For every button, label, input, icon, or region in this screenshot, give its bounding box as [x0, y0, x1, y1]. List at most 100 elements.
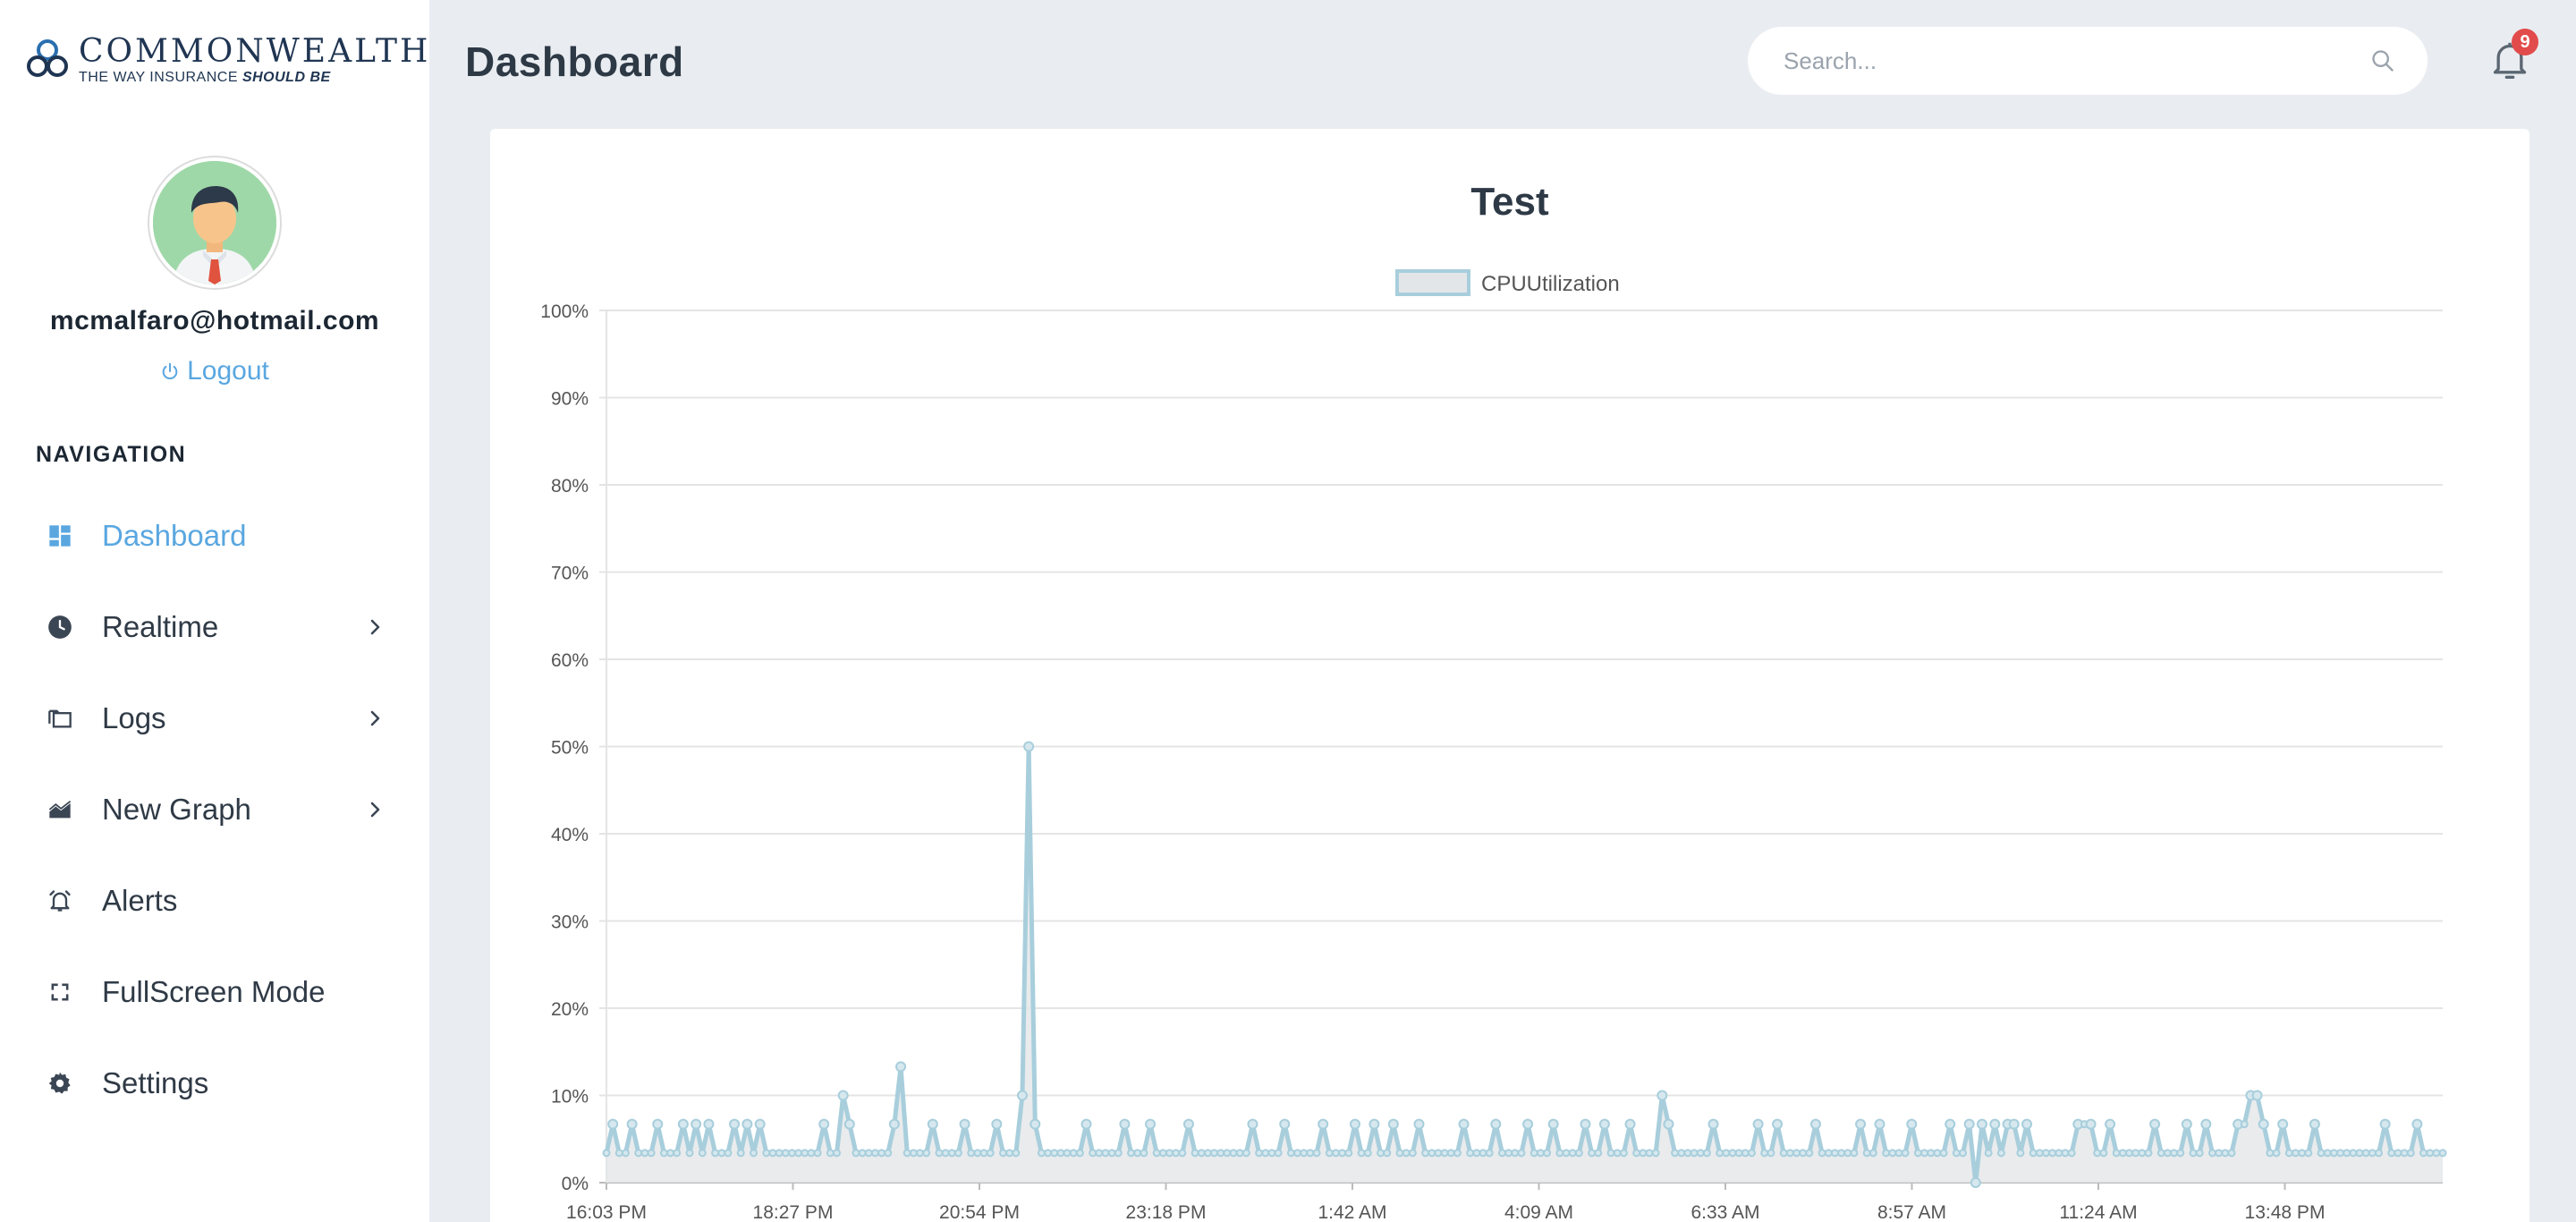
data-point[interactable]	[1241, 1149, 1250, 1158]
data-point[interactable]	[1446, 1149, 1455, 1158]
data-point[interactable]	[870, 1149, 879, 1158]
data-point[interactable]	[2105, 1118, 2116, 1130]
data-point[interactable]	[1645, 1149, 1654, 1158]
data-point[interactable]	[1837, 1149, 1846, 1158]
data-point[interactable]	[1657, 1090, 1668, 1101]
data-point[interactable]	[1996, 1149, 2005, 1158]
data-point[interactable]	[698, 1149, 707, 1158]
data-point[interactable]	[1984, 1149, 1993, 1158]
data-point[interactable]	[1178, 1149, 1187, 1158]
data-point[interactable]	[1547, 1118, 1559, 1130]
data-point[interactable]	[1229, 1149, 1238, 1158]
data-point[interactable]	[2181, 1118, 2192, 1130]
data-point[interactable]	[2195, 1149, 2204, 1158]
data-point[interactable]	[2118, 1149, 2127, 1158]
data-point[interactable]	[1562, 1149, 1571, 1158]
data-point[interactable]	[999, 1149, 1008, 1158]
data-point[interactable]	[647, 1149, 656, 1158]
data-point[interactable]	[666, 1149, 675, 1158]
data-point[interactable]	[1434, 1149, 1443, 1158]
data-point[interactable]	[1716, 1149, 1724, 1158]
data-point[interactable]	[750, 1149, 758, 1158]
data-point[interactable]	[1855, 1118, 1867, 1130]
data-point[interactable]	[2016, 1149, 2025, 1158]
data-point[interactable]	[2349, 1149, 2358, 1158]
data-point[interactable]	[1613, 1149, 1622, 1158]
sidebar-item-settings[interactable]: Settings	[0, 1038, 429, 1129]
data-point[interactable]	[1440, 1149, 1449, 1158]
data-point[interactable]	[979, 1149, 988, 1158]
data-point[interactable]	[2067, 1149, 2076, 1158]
data-point[interactable]	[1089, 1149, 1097, 1158]
data-point[interactable]	[1325, 1149, 1334, 1158]
data-point[interactable]	[927, 1118, 938, 1130]
data-point[interactable]	[807, 1149, 816, 1158]
data-point[interactable]	[877, 1149, 886, 1158]
data-point[interactable]	[947, 1149, 956, 1158]
data-point[interactable]	[1197, 1149, 1206, 1158]
data-point[interactable]	[1101, 1149, 1110, 1158]
data-point[interactable]	[1690, 1149, 1699, 1158]
data-point[interactable]	[1497, 1149, 1506, 1158]
data-point[interactable]	[1767, 1149, 1775, 1158]
data-point[interactable]	[1368, 1118, 1380, 1130]
data-point[interactable]	[2400, 1149, 2409, 1158]
data-point[interactable]	[1702, 1149, 1711, 1158]
data-point[interactable]	[1421, 1149, 1430, 1158]
data-point[interactable]	[1472, 1149, 1481, 1158]
data-point[interactable]	[1913, 1149, 1922, 1158]
sidebar-item-dashboard[interactable]: Dashboard	[0, 490, 429, 581]
data-point[interactable]	[1247, 1118, 1258, 1130]
data-point[interactable]	[626, 1118, 638, 1130]
data-point[interactable]	[2112, 1149, 2121, 1158]
data-point[interactable]	[1479, 1149, 1487, 1158]
data-point[interactable]	[2309, 1118, 2320, 1130]
data-point[interactable]	[2189, 1149, 2198, 1158]
avatar[interactable]	[149, 157, 280, 288]
data-point[interactable]	[1734, 1149, 1743, 1158]
data-point[interactable]	[1522, 1118, 1534, 1130]
data-point[interactable]	[736, 1149, 745, 1158]
data-point[interactable]	[1906, 1118, 1918, 1130]
data-point[interactable]	[813, 1149, 822, 1158]
data-point[interactable]	[1862, 1149, 1871, 1158]
data-point[interactable]	[1069, 1149, 1078, 1158]
data-point[interactable]	[1063, 1149, 1072, 1158]
data-point[interactable]	[1588, 1149, 1597, 1158]
data-point[interactable]	[2361, 1149, 2370, 1158]
data-point[interactable]	[1490, 1118, 1502, 1130]
data-point[interactable]	[1728, 1149, 1737, 1158]
data-point[interactable]	[2251, 1090, 2263, 1101]
data-point[interactable]	[781, 1149, 790, 1158]
data-point[interactable]	[1696, 1149, 1705, 1158]
data-point[interactable]	[1261, 1149, 1270, 1158]
data-point[interactable]	[2387, 1149, 2396, 1158]
data-point[interactable]	[1377, 1149, 1385, 1158]
data-point[interactable]	[1383, 1149, 1392, 1158]
data-point[interactable]	[884, 1149, 893, 1158]
data-point[interactable]	[2304, 1149, 2313, 1158]
data-point[interactable]	[1963, 1118, 1975, 1130]
data-point[interactable]	[2438, 1149, 2447, 1158]
data-point[interactable]	[1344, 1149, 1353, 1158]
data-point[interactable]	[2048, 1149, 2057, 1158]
data-point[interactable]	[673, 1149, 682, 1158]
sidebar-item-realtime[interactable]: Realtime	[0, 581, 429, 673]
data-point[interactable]	[1927, 1149, 1936, 1158]
data-point[interactable]	[888, 1118, 900, 1130]
data-point[interactable]	[607, 1118, 619, 1130]
data-point[interactable]	[1133, 1149, 1142, 1158]
data-point[interactable]	[1453, 1149, 1462, 1158]
data-point[interactable]	[2329, 1149, 2338, 1158]
data-point[interactable]	[973, 1149, 982, 1158]
data-point[interactable]	[2419, 1149, 2428, 1158]
data-point[interactable]	[986, 1149, 995, 1158]
data-point[interactable]	[2200, 1118, 2212, 1130]
data-point[interactable]	[1799, 1149, 1808, 1158]
data-point[interactable]	[1300, 1149, 1309, 1158]
sidebar-item-new-graph[interactable]: New Graph	[0, 764, 429, 855]
data-point[interactable]	[895, 1061, 907, 1073]
data-point[interactable]	[659, 1149, 668, 1158]
data-point[interactable]	[2138, 1149, 2147, 1158]
data-point[interactable]	[1785, 1149, 1794, 1158]
